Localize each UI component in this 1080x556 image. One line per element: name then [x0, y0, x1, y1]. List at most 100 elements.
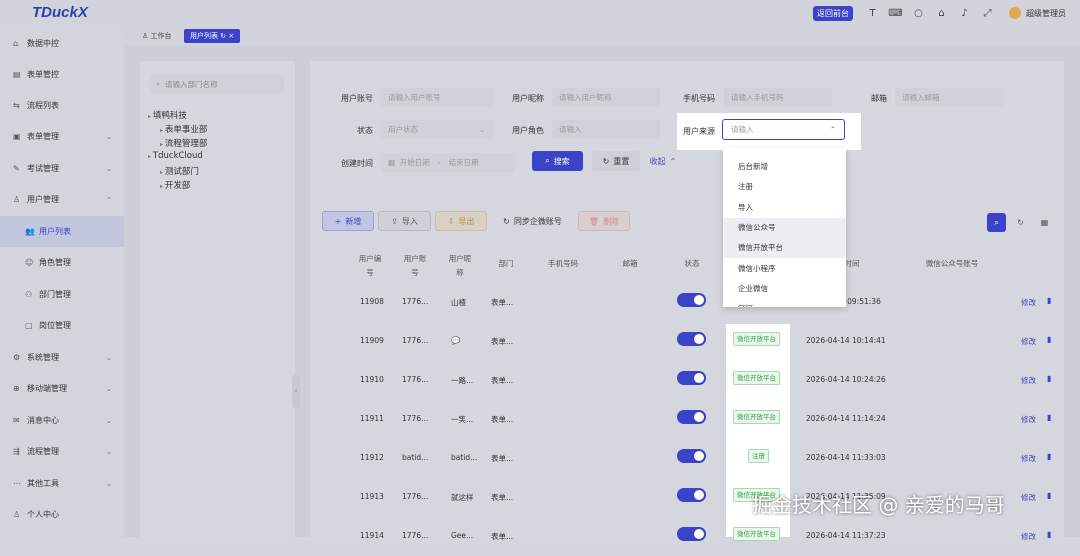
status-toggle[interactable]: [677, 293, 706, 307]
status-toggle[interactable]: [677, 449, 706, 463]
sidebar-item[interactable]: ▣ 表单管理 ⌄: [0, 121, 124, 152]
sidebar-item[interactable]: ☺ 角色管理: [0, 247, 124, 278]
export-button[interactable]: ⇩ 导出: [435, 211, 487, 231]
dropdown-option[interactable]: 企业微信: [723, 279, 846, 299]
add-button[interactable]: + 新增: [322, 211, 374, 231]
tree-node[interactable]: ▸ TduckCloud: [148, 151, 203, 161]
sidebar-item[interactable]: ▢ 岗位管理: [0, 310, 124, 341]
trash-icon[interactable]: ▮: [1047, 491, 1051, 500]
sidebar-item[interactable]: ♙ 用户管理 ⌃: [0, 184, 124, 215]
trash-icon[interactable]: ▮: [1047, 374, 1051, 383]
sidebar-item[interactable]: ⇆ 流程列表: [0, 90, 124, 121]
status-toggle[interactable]: [677, 371, 706, 385]
fullscreen-icon[interactable]: ⤢: [976, 8, 999, 19]
reset-button[interactable]: ↻ 重置: [592, 151, 640, 171]
status-toggle[interactable]: [677, 410, 706, 424]
dropdown-option[interactable]: 钉钉: [723, 299, 846, 307]
cell-id: 11910: [360, 375, 384, 384]
bell-icon[interactable]: ♪: [953, 8, 976, 19]
tree-node-label: 填鸭科技: [152, 111, 187, 121]
trash-icon[interactable]: ▮: [1047, 296, 1051, 305]
account-input[interactable]: 请输入用户账号: [381, 88, 493, 107]
users-icon: 👥: [25, 227, 35, 236]
collapse-button[interactable]: 收起 ⌃: [646, 151, 680, 171]
font-size-icon[interactable]: T: [861, 8, 884, 19]
edit-link[interactable]: 修改: [1021, 453, 1036, 464]
edit-link[interactable]: 修改: [1021, 414, 1036, 425]
sidebar-item[interactable]: ▤ 表单管控: [0, 59, 124, 90]
refresh-icon[interactable]: ↻: [218, 32, 226, 40]
table-row[interactable]: 11908 1776... 山楂 表单... 5 09:51:36 修改 ▮: [310, 283, 1080, 322]
user-source-select[interactable]: 请输入 ⌃: [722, 119, 845, 140]
refresh-icon[interactable]: ↻: [1012, 213, 1029, 232]
edit-link[interactable]: 修改: [1021, 336, 1036, 347]
collapse-tree-handle[interactable]: ‹: [292, 375, 300, 408]
sidebar-item[interactable]: ⚇ 部门管理: [0, 279, 124, 310]
sidebar-item[interactable]: ⋯ 其他工具 ⌄: [0, 468, 124, 499]
dropdown-option[interactable]: 注册: [723, 177, 846, 197]
sidebar-item[interactable]: ✉ 消息中心 ⌄: [0, 405, 124, 436]
dropdown-option[interactable]: 后台新增: [723, 157, 846, 177]
close-icon[interactable]: ×: [226, 32, 234, 40]
sync-wecom-button[interactable]: ↻ 同步企微账号: [495, 211, 570, 231]
search-button[interactable]: ⌕ 搜索: [532, 151, 583, 171]
table-row[interactable]: 11909 1776... 💬 表单... 微信开放平台 2026-04-14 10:14…: [310, 322, 1080, 361]
flow-icon: ⇆: [13, 101, 20, 110]
dropdown-option[interactable]: 导入: [723, 198, 846, 218]
app-logo[interactable]: TDuckX: [32, 4, 88, 21]
import-button[interactable]: ⇪ 导入: [378, 211, 431, 231]
sidebar-item[interactable]: ⊕ 移动端管理 ⌄: [0, 373, 124, 404]
dropdown-option[interactable]: 微信公众号: [723, 217, 846, 238]
cell-dept: 表单...: [491, 298, 514, 307]
sidebar-item[interactable]: ⇶ 流程管理 ⌄: [0, 436, 124, 467]
dropdown-option[interactable]: 微信开放平台: [723, 238, 846, 259]
tree-node[interactable]: ▸ 开发部: [160, 179, 190, 191]
tree-node[interactable]: ▸ 测试部门: [160, 165, 199, 177]
dept-search-input[interactable]: ⌕ 请输入部门名称: [150, 74, 284, 94]
toggle-search-icon[interactable]: ⌕: [987, 213, 1006, 232]
sidebar-item[interactable]: 👥 用户列表: [0, 216, 124, 247]
tab-user-list[interactable]: 用户列表 ↻ ×: [184, 29, 241, 43]
role-input[interactable]: 请输入: [552, 120, 660, 139]
phone-input[interactable]: 请输入手机号码: [724, 88, 832, 107]
sidebar-item[interactable]: ⌂ 数据中控: [0, 28, 124, 59]
date-range-picker[interactable]: ▦ 开始日期 - 结束日期: [381, 153, 514, 172]
status-toggle[interactable]: [677, 488, 706, 502]
table-row[interactable]: 11910 1776... 一路... 表单... 微信开放平台 2026-04-14 1…: [310, 361, 1080, 400]
chevron-up-icon: ⌃: [669, 156, 677, 166]
sidebar-item-label: 个人中心: [27, 510, 59, 519]
status-toggle[interactable]: [677, 527, 706, 541]
trash-icon[interactable]: ▮: [1047, 413, 1051, 422]
theme-icon[interactable]: ⌂: [930, 8, 953, 19]
search-icon[interactable]: ○: [907, 8, 930, 19]
back-to-frontend-button[interactable]: 返回前台: [813, 5, 853, 21]
avatar[interactable]: [1009, 7, 1021, 19]
edit-link[interactable]: 修改: [1021, 492, 1036, 503]
tab-workbench[interactable]: ♙ 工作台: [136, 29, 178, 43]
status-select[interactable]: 用户状态 ⌄: [381, 120, 493, 139]
phone-label: 手机号码: [683, 94, 715, 103]
trash-icon[interactable]: ▮: [1047, 530, 1051, 539]
tree-node[interactable]: ▸ 表单事业部: [160, 123, 207, 135]
translate-icon[interactable]: ⌨: [884, 8, 907, 19]
user-source-label: 用户来源: [683, 127, 715, 136]
tree-node[interactable]: ▸ 流程管理部: [160, 137, 207, 149]
trash-icon[interactable]: ▮: [1047, 335, 1051, 344]
sidebar-item[interactable]: ⚙ 系统管理 ⌄: [0, 342, 124, 373]
sidebar-item[interactable]: ♙ 个人中心: [0, 499, 124, 530]
user-name[interactable]: 超级管理员: [1026, 8, 1066, 19]
trash-icon[interactable]: ▮: [1047, 452, 1051, 461]
edit-link[interactable]: 修改: [1021, 375, 1036, 386]
table-row[interactable]: 11912 batid... batid... 表单... 注册 2026-04-14 1…: [310, 439, 1080, 478]
sidebar-item[interactable]: ✎ 考试管理 ⌄: [0, 153, 124, 184]
columns-icon[interactable]: ▦: [1036, 213, 1053, 232]
nickname-input[interactable]: 请输入用户昵称: [552, 88, 660, 107]
status-toggle[interactable]: [677, 332, 706, 346]
edit-link[interactable]: 修改: [1021, 297, 1036, 308]
dropdown-option[interactable]: 微信小程序: [723, 259, 846, 279]
tree-node[interactable]: ▸ 填鸭科技: [148, 109, 187, 121]
email-input[interactable]: 请输入邮箱: [895, 88, 1003, 107]
delete-button[interactable]: 🗑 删除: [578, 211, 630, 231]
table-row[interactable]: 11911 1776... 一笑... 表单... 微信开放平台 2026-04-14 1…: [310, 400, 1080, 439]
cell-account: 1776...: [402, 414, 429, 423]
